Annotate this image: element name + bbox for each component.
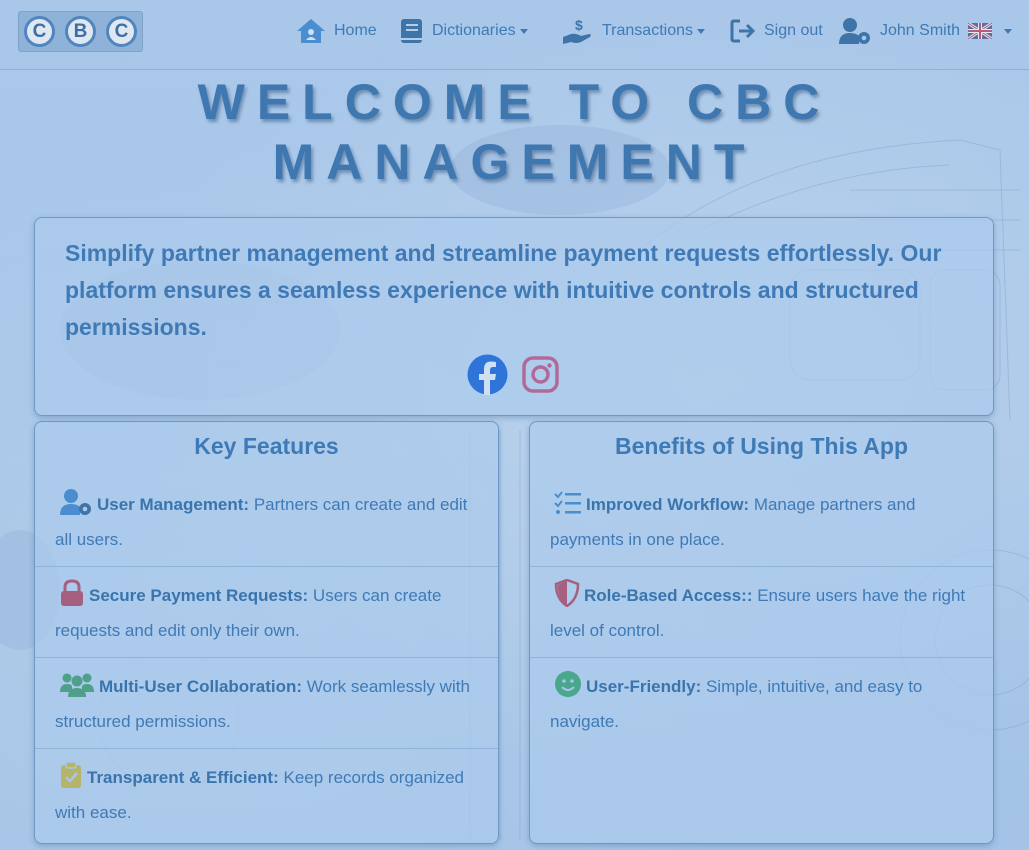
chevron-down-icon: [697, 28, 705, 34]
logo-letter: B: [65, 16, 96, 47]
logo-letter: C: [106, 16, 137, 47]
intro-text: Simplify partner management and streamli…: [65, 240, 942, 340]
social-links: [35, 354, 993, 395]
user-gear-icon: [60, 489, 91, 515]
list-item: Role-Based Access:: Ensure users have th…: [530, 567, 993, 658]
benefits-title: Benefits of Using This App: [614, 433, 909, 459]
page-title: WELCOME TO CBC MANAGEMENT: [0, 72, 1029, 192]
brand-logo[interactable]: C B C: [18, 11, 143, 52]
page-title-line2: MANAGEMENT: [272, 134, 757, 190]
list-check-icon: [554, 491, 581, 514]
nav-transactions-label: Transactions: [602, 22, 693, 39]
chevron-down-icon: [519, 28, 528, 34]
feature-title: Transparent & Efficient:: [87, 768, 279, 787]
list-item: Transparent & Efficient: Keep records or…: [35, 749, 498, 840]
features-list: User Management: Partners can create and…: [35, 476, 498, 840]
list-item: User-Friendly: Simple, intuitive, and ea…: [530, 658, 993, 749]
svg-text:$: $: [575, 17, 583, 33]
benefits-list: Improved Workflow: Manage partners and p…: [530, 476, 993, 749]
logo-letter: C: [24, 16, 55, 47]
smile-icon: [555, 671, 581, 697]
intro-card: Simplify partner management and streamli…: [34, 217, 994, 416]
benefit-title: Role-Based Access::: [584, 586, 753, 605]
page-title-line1: WELCOME TO CBC: [197, 74, 832, 130]
user-name: John Smith: [880, 22, 961, 39]
nav-home[interactable]: Home: [296, 17, 377, 45]
list-item: User Management: Partners can create and…: [35, 476, 498, 567]
chevron-down-icon: [1004, 28, 1012, 34]
facebook-link[interactable]: [467, 354, 508, 395]
nav-dictionaries[interactable]: Dictionaries: [400, 17, 528, 45]
key-features-card: Key Features User Management: Partners c…: [34, 421, 499, 844]
instagram-link[interactable]: [520, 354, 561, 395]
home-icon: [297, 19, 325, 43]
navbar: C B C Home Dictionaries $ Transactions S…: [0, 0, 1029, 70]
sign-out-label: Sign out: [764, 22, 823, 39]
sign-out-icon: [730, 19, 756, 43]
book-icon: [401, 19, 422, 43]
benefit-title: Improved Workflow:: [586, 495, 750, 514]
facebook-icon: [467, 354, 508, 395]
nav-home-label: Home: [334, 22, 377, 39]
shield-icon: [554, 579, 580, 607]
clipboard-check-icon: [61, 761, 81, 788]
sign-out-button[interactable]: Sign out: [730, 17, 823, 45]
lock-icon: [61, 579, 83, 606]
instagram-icon: [522, 356, 559, 393]
feature-title: Secure Payment Requests:: [89, 586, 309, 605]
user-gear-icon: [839, 18, 870, 44]
user-menu[interactable]: John Smith: [838, 17, 960, 45]
list-item: Improved Workflow: Manage partners and p…: [530, 476, 993, 567]
hand-money-icon: $: [563, 17, 591, 44]
key-features-title: Key Features: [194, 433, 339, 459]
benefits-card: Benefits of Using This App Improved Work…: [529, 421, 994, 844]
benefit-title: User-Friendly:: [586, 677, 702, 696]
feature-title: User Management:: [97, 495, 250, 514]
nav-transactions[interactable]: $ Transactions: [562, 17, 705, 45]
feature-title: Multi-User Collaboration:: [99, 677, 303, 696]
list-item: Secure Payment Requests: Users can creat…: [35, 567, 498, 658]
users-icon: [60, 673, 94, 697]
nav-dictionaries-label: Dictionaries: [432, 22, 516, 39]
list-item: Multi-User Collaboration: Work seamlessl…: [35, 658, 498, 749]
uk-flag-icon: [968, 23, 992, 39]
language-selector[interactable]: [968, 17, 1012, 45]
